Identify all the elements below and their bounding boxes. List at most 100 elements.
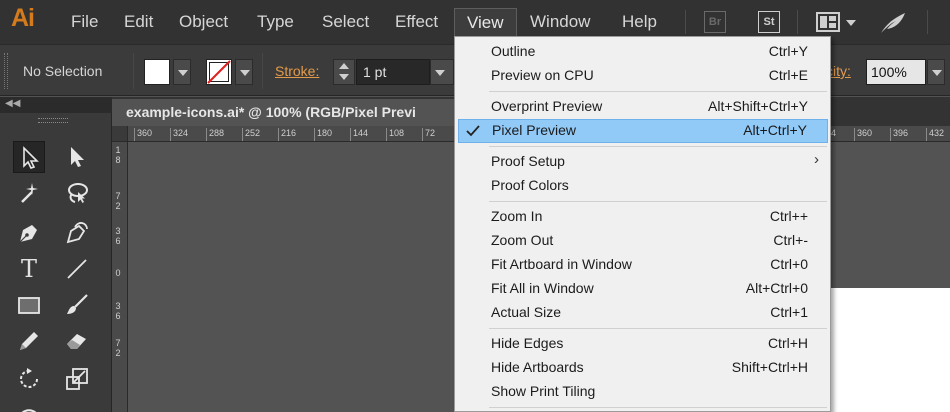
opacity-dropdown-arrow[interactable]: [927, 59, 945, 85]
menu-item-label: Outline: [491, 43, 536, 59]
menu-item-preview-on-cpu[interactable]: Preview on CPU Ctrl+E: [458, 64, 828, 88]
magic-wand-icon: [21, 183, 38, 203]
bridge-button[interactable]: Br: [704, 11, 726, 33]
line-segment-tool[interactable]: [61, 253, 93, 285]
menu-item-shortcut: Alt+Ctrl+Y: [743, 122, 807, 138]
selection-arrow-icon: [23, 146, 39, 169]
menu-item-shortcut: Alt+Shift+Ctrl+Y: [708, 98, 808, 114]
vertical-ruler[interactable]: 1 8 7 2 3 6 0 3 6 7 2: [112, 142, 128, 412]
fill-swatch[interactable]: [144, 59, 170, 85]
workspace-switcher-icon[interactable]: [878, 11, 908, 40]
width-tool[interactable]: [13, 399, 45, 412]
stepper-up-icon[interactable]: [339, 63, 349, 69]
ruler-tick: 2: [115, 201, 121, 211]
collapse-panel-icon[interactable]: ◀◀: [5, 98, 20, 109]
document-tab[interactable]: example-icons.ai* @ 100% (RGB/Pixel Prev…: [112, 99, 454, 126]
menu-item-actual-size[interactable]: Actual Size Ctrl+1: [458, 301, 828, 325]
menu-item-zoom-out[interactable]: Zoom Out Ctrl+-: [458, 229, 828, 253]
app-logo: Ai: [11, 4, 35, 32]
artboard[interactable]: [828, 288, 950, 412]
stroke-dropdown-arrow[interactable]: [235, 59, 253, 85]
menu-item-label: Proof Setup: [491, 153, 565, 169]
ruler-tick: 180: [313, 128, 333, 141]
stock-button[interactable]: St: [758, 11, 780, 33]
selection-tool[interactable]: [13, 141, 45, 173]
menu-separator: [489, 146, 827, 147]
line-segment-icon: [67, 259, 87, 279]
menu-item-shortcut: Shift+Ctrl+H: [731, 359, 808, 375]
paintbrush-icon: [67, 294, 88, 314]
rotate-tool[interactable]: [13, 363, 45, 395]
direct-selection-tool[interactable]: [61, 141, 93, 173]
menu-item-proof-colors[interactable]: Proof Colors: [458, 174, 828, 198]
stroke-weight-stepper[interactable]: [333, 59, 355, 85]
menu-item-proof-setup[interactable]: Proof Setup ›: [458, 150, 828, 174]
menubar-divider: [927, 10, 928, 34]
fill-dropdown-arrow[interactable]: [173, 59, 191, 85]
control-bar-grip[interactable]: [4, 53, 8, 89]
menu-item-outline[interactable]: Outline Ctrl+Y: [458, 40, 828, 64]
ruler-tick: 432: [925, 128, 945, 141]
menu-item-label: Fit All in Window: [491, 280, 594, 296]
menubar-divider: [797, 10, 798, 34]
rectangle-tool[interactable]: [13, 289, 45, 321]
eraser-tool[interactable]: [61, 325, 93, 357]
menu-object[interactable]: Object: [179, 0, 228, 44]
shaper-tool[interactable]: [13, 325, 45, 357]
menu-select[interactable]: Select: [322, 0, 369, 44]
menu-type[interactable]: Type: [257, 0, 294, 44]
menu-effect[interactable]: Effect: [395, 0, 438, 44]
menu-item-shortcut: Ctrl+Y: [768, 43, 808, 59]
magic-wand-tool[interactable]: [13, 177, 45, 209]
type-tool[interactable]: T: [13, 253, 45, 285]
view-menu-dropdown: Outline Ctrl+Y Preview on CPU Ctrl+E Ove…: [454, 36, 831, 412]
pencil-icon: [20, 332, 38, 350]
arrange-documents-icon[interactable]: [816, 11, 858, 38]
tools-panel-grip[interactable]: [38, 118, 68, 123]
scale-tool[interactable]: [61, 363, 93, 395]
lasso-tool[interactable]: [61, 177, 93, 209]
menu-item-label: Fit Artboard in Window: [491, 256, 632, 272]
paintbrush-tool[interactable]: [61, 289, 93, 321]
ruler-tick: 252: [241, 128, 261, 141]
menu-file[interactable]: File: [71, 0, 98, 44]
control-divider: [262, 53, 263, 89]
opacity-input[interactable]: 100%: [866, 59, 926, 85]
menu-item-label: Proof Colors: [491, 177, 569, 193]
menu-edit[interactable]: Edit: [124, 0, 153, 44]
menu-item-fit-artboard[interactable]: Fit Artboard in Window Ctrl+0: [458, 253, 828, 277]
stroke-weight-dropdown-arrow[interactable]: [430, 59, 454, 85]
ruler-tick: 6: [115, 236, 121, 246]
menu-item-show-print-tiling[interactable]: Show Print Tiling: [458, 380, 828, 404]
control-divider: [133, 53, 134, 89]
pen-tool[interactable]: [13, 217, 45, 249]
menu-item-hide-artboards[interactable]: Hide Artboards Shift+Ctrl+H: [458, 356, 828, 380]
rotate-icon: [20, 368, 38, 388]
stepper-down-icon[interactable]: [339, 74, 349, 80]
menu-item-hide-edges[interactable]: Hide Edges Ctrl+H: [458, 332, 828, 356]
ruler-origin[interactable]: [112, 126, 128, 142]
ruler-tick: 1: [115, 145, 121, 155]
menu-separator: [489, 328, 827, 329]
menu-item-shortcut: Ctrl+E: [768, 67, 808, 83]
menu-item-overprint-preview[interactable]: Overprint Preview Alt+Shift+Ctrl+Y: [458, 95, 828, 119]
stroke-weight-input[interactable]: 1 pt: [356, 59, 430, 85]
menu-item-shortcut: Ctrl+H: [767, 335, 808, 351]
ruler-tick: 4: [827, 128, 837, 141]
menu-item-label: Show Print Tiling: [491, 383, 596, 399]
curvature-tool[interactable]: [61, 217, 93, 249]
stroke-swatch[interactable]: [206, 59, 232, 85]
ruler-tick: 3: [115, 301, 121, 311]
type-t-icon[interactable]: T: [21, 255, 37, 283]
menu-item-label: Actual Size: [491, 304, 562, 320]
scale-icon: [66, 368, 88, 390]
ruler-tick: 2: [115, 348, 121, 358]
menu-item-pixel-preview[interactable]: Pixel Preview Alt+Ctrl+Y: [458, 119, 828, 143]
menu-item-label: Hide Edges: [491, 335, 564, 351]
menu-item-zoom-in[interactable]: Zoom In Ctrl++: [458, 205, 828, 229]
ruler-tick: 7: [115, 338, 121, 348]
menu-item-fit-all[interactable]: Fit All in Window Alt+Ctrl+0: [458, 277, 828, 301]
stroke-panel-link[interactable]: Stroke:: [275, 63, 319, 79]
width-tool-icon: [21, 409, 37, 412]
menu-item-shortcut: Ctrl++: [769, 208, 808, 224]
